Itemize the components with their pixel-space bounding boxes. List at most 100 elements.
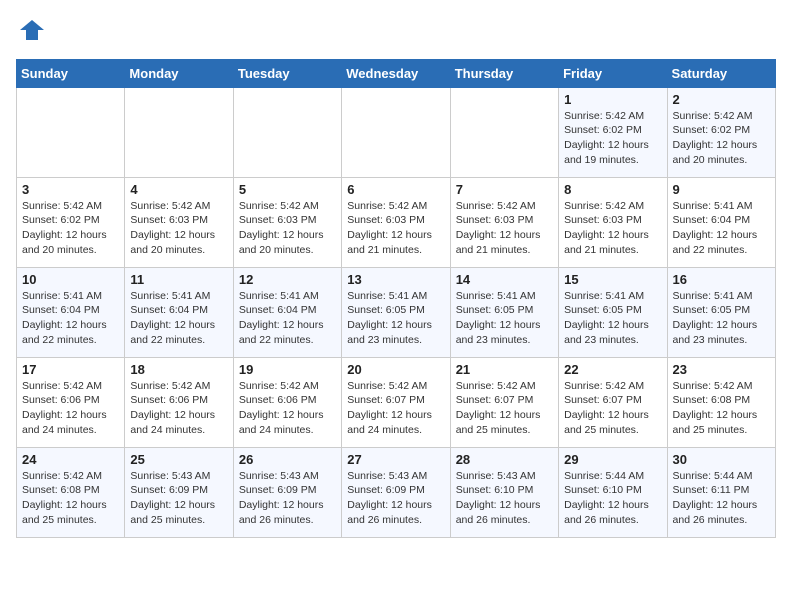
day-info: Sunrise: 5:42 AM Sunset: 6:02 PM Dayligh… (22, 199, 119, 258)
day-cell: 23Sunrise: 5:42 AM Sunset: 6:08 PM Dayli… (667, 357, 775, 447)
day-info: Sunrise: 5:42 AM Sunset: 6:08 PM Dayligh… (22, 469, 119, 528)
day-info: Sunrise: 5:41 AM Sunset: 6:05 PM Dayligh… (564, 289, 661, 348)
day-info: Sunrise: 5:44 AM Sunset: 6:10 PM Dayligh… (564, 469, 661, 528)
day-cell: 1 Sunrise: 5:42 AM Sunset: 6:02 PM Daylig… (559, 87, 667, 177)
day-info: Sunrise: 5:41 AM Sunset: 6:04 PM Dayligh… (130, 289, 227, 348)
week-row-2: 3 Sunrise: 5:42 AM Sunset: 6:02 PM Daylig… (17, 177, 776, 267)
day-cell (17, 87, 125, 177)
day-cell: 20Sunrise: 5:42 AM Sunset: 6:07 PM Dayli… (342, 357, 450, 447)
day-info: Sunrise: 5:42 AM Sunset: 6:06 PM Dayligh… (22, 379, 119, 438)
day-cell: 16Sunrise: 5:41 AM Sunset: 6:05 PM Dayli… (667, 267, 775, 357)
day-number: 2 (673, 92, 770, 107)
day-info: Sunrise: 5:42 AM Sunset: 6:03 PM Dayligh… (239, 199, 336, 258)
day-info: Sunrise: 5:41 AM Sunset: 6:04 PM Dayligh… (673, 199, 770, 258)
logo (16, 16, 46, 49)
col-header-friday: Friday (559, 59, 667, 87)
day-info: Sunrise: 5:41 AM Sunset: 6:04 PM Dayligh… (22, 289, 119, 348)
logo-icon (18, 16, 46, 44)
day-info: Sunrise: 5:41 AM Sunset: 6:04 PM Dayligh… (239, 289, 336, 348)
day-cell (233, 87, 341, 177)
day-cell: 14 Sunrise: 5:41 AM Sunset: 6:05 PM Dayli… (450, 267, 558, 357)
day-number: 16 (673, 272, 770, 287)
day-number: 18 (130, 362, 227, 377)
day-number: 4 (130, 182, 227, 197)
day-number: 12 (239, 272, 336, 287)
day-info: Sunrise: 5:42 AM Sunset: 6:07 PM Dayligh… (456, 379, 553, 438)
day-number: 22 (564, 362, 661, 377)
day-info: Sunrise: 5:43 AM Sunset: 6:09 PM Dayligh… (347, 469, 444, 528)
day-cell: 11 Sunrise: 5:41 AM Sunset: 6:04 PM Dayli… (125, 267, 233, 357)
day-number: 11 (130, 272, 227, 287)
day-number: 7 (456, 182, 553, 197)
day-number: 14 (456, 272, 553, 287)
day-cell: 8 Sunrise: 5:42 AM Sunset: 6:03 PM Daylig… (559, 177, 667, 267)
day-number: 6 (347, 182, 444, 197)
day-number: 13 (347, 272, 444, 287)
day-number: 17 (22, 362, 119, 377)
day-cell: 13 Sunrise: 5:41 AM Sunset: 6:05 PM Dayli… (342, 267, 450, 357)
day-cell: 3 Sunrise: 5:42 AM Sunset: 6:02 PM Daylig… (17, 177, 125, 267)
day-info: Sunrise: 5:41 AM Sunset: 6:05 PM Dayligh… (347, 289, 444, 348)
day-cell: 10 Sunrise: 5:41 AM Sunset: 6:04 PM Dayli… (17, 267, 125, 357)
day-number: 24 (22, 452, 119, 467)
day-cell: 17 Sunrise: 5:42 AM Sunset: 6:06 PM Dayli… (17, 357, 125, 447)
day-number: 29 (564, 452, 661, 467)
calendar-table: SundayMondayTuesdayWednesdayThursdayFrid… (16, 59, 776, 538)
day-cell (342, 87, 450, 177)
col-header-wednesday: Wednesday (342, 59, 450, 87)
day-info: Sunrise: 5:43 AM Sunset: 6:09 PM Dayligh… (239, 469, 336, 528)
week-row-4: 17 Sunrise: 5:42 AM Sunset: 6:06 PM Dayli… (17, 357, 776, 447)
day-cell: 30 Sunrise: 5:44 AM Sunset: 6:11 PM Dayli… (667, 447, 775, 537)
day-cell: 2 Sunrise: 5:42 AM Sunset: 6:02 PM Daylig… (667, 87, 775, 177)
day-info: Sunrise: 5:43 AM Sunset: 6:09 PM Dayligh… (130, 469, 227, 528)
day-info: Sunrise: 5:42 AM Sunset: 6:07 PM Dayligh… (564, 379, 661, 438)
day-cell: 6 Sunrise: 5:42 AM Sunset: 6:03 PM Daylig… (342, 177, 450, 267)
day-cell: 15 Sunrise: 5:41 AM Sunset: 6:05 PM Dayli… (559, 267, 667, 357)
day-number: 30 (673, 452, 770, 467)
day-info: Sunrise: 5:42 AM Sunset: 6:03 PM Dayligh… (564, 199, 661, 258)
day-info: Sunrise: 5:42 AM Sunset: 6:03 PM Dayligh… (347, 199, 444, 258)
day-info: Sunrise: 5:41 AM Sunset: 6:05 PM Dayligh… (456, 289, 553, 348)
col-header-sunday: Sunday (17, 59, 125, 87)
day-cell: 12 Sunrise: 5:41 AM Sunset: 6:04 PM Dayli… (233, 267, 341, 357)
day-number: 27 (347, 452, 444, 467)
day-cell (450, 87, 558, 177)
day-info: Sunrise: 5:42 AM Sunset: 6:02 PM Dayligh… (564, 109, 661, 168)
day-number: 20 (347, 362, 444, 377)
col-header-thursday: Thursday (450, 59, 558, 87)
day-cell: 19 Sunrise: 5:42 AM Sunset: 6:06 PM Dayli… (233, 357, 341, 447)
day-cell: 22 Sunrise: 5:42 AM Sunset: 6:07 PM Dayli… (559, 357, 667, 447)
day-info: Sunrise: 5:42 AM Sunset: 6:02 PM Dayligh… (673, 109, 770, 168)
week-row-5: 24 Sunrise: 5:42 AM Sunset: 6:08 PM Dayli… (17, 447, 776, 537)
day-number: 26 (239, 452, 336, 467)
day-number: 25 (130, 452, 227, 467)
day-cell: 21 Sunrise: 5:42 AM Sunset: 6:07 PM Dayli… (450, 357, 558, 447)
day-info: Sunrise: 5:44 AM Sunset: 6:11 PM Dayligh… (673, 469, 770, 528)
day-info: Sunrise: 5:43 AM Sunset: 6:10 PM Dayligh… (456, 469, 553, 528)
day-number: 10 (22, 272, 119, 287)
col-header-saturday: Saturday (667, 59, 775, 87)
day-cell: 26 Sunrise: 5:43 AM Sunset: 6:09 PM Dayli… (233, 447, 341, 537)
col-header-monday: Monday (125, 59, 233, 87)
day-cell: 18 Sunrise: 5:42 AM Sunset: 6:06 PM Dayli… (125, 357, 233, 447)
col-header-tuesday: Tuesday (233, 59, 341, 87)
week-row-1: 1 Sunrise: 5:42 AM Sunset: 6:02 PM Daylig… (17, 87, 776, 177)
day-number: 15 (564, 272, 661, 287)
day-number: 3 (22, 182, 119, 197)
day-number: 1 (564, 92, 661, 107)
day-number: 8 (564, 182, 661, 197)
day-cell: 27 Sunrise: 5:43 AM Sunset: 6:09 PM Dayli… (342, 447, 450, 537)
page-header (16, 16, 776, 49)
day-info: Sunrise: 5:42 AM Sunset: 6:03 PM Dayligh… (456, 199, 553, 258)
day-info: Sunrise: 5:42 AM Sunset: 6:06 PM Dayligh… (239, 379, 336, 438)
day-number: 19 (239, 362, 336, 377)
day-number: 21 (456, 362, 553, 377)
day-info: Sunrise: 5:42 AM Sunset: 6:06 PM Dayligh… (130, 379, 227, 438)
day-cell: 5 Sunrise: 5:42 AM Sunset: 6:03 PM Daylig… (233, 177, 341, 267)
day-cell: 28Sunrise: 5:43 AM Sunset: 6:10 PM Dayli… (450, 447, 558, 537)
week-row-3: 10 Sunrise: 5:41 AM Sunset: 6:04 PM Dayli… (17, 267, 776, 357)
day-number: 5 (239, 182, 336, 197)
day-cell: 24 Sunrise: 5:42 AM Sunset: 6:08 PM Dayli… (17, 447, 125, 537)
day-info: Sunrise: 5:42 AM Sunset: 6:08 PM Dayligh… (673, 379, 770, 438)
day-cell: 29 Sunrise: 5:44 AM Sunset: 6:10 PM Dayli… (559, 447, 667, 537)
